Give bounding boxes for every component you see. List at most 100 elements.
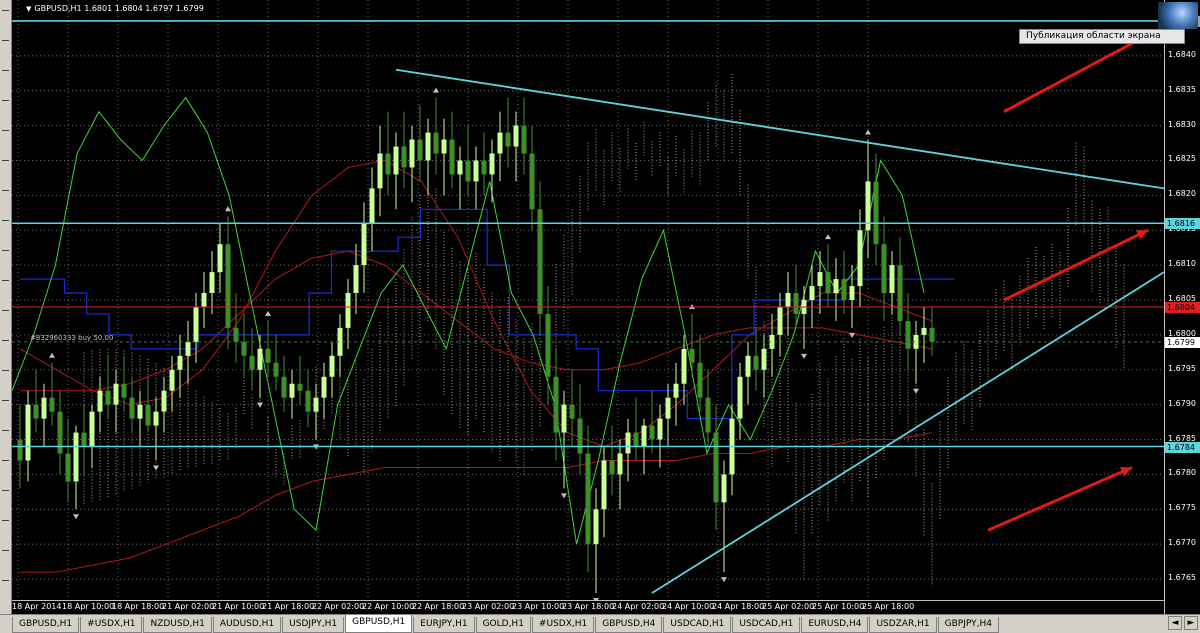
red-arrow-shaft [987, 466, 1133, 532]
chart-tab[interactable]: GOLD,H1 [475, 617, 531, 633]
price-axis-label: 1.6830 [1168, 119, 1196, 129]
price-axis[interactable]: 1.68401.68351.68301.68251.68201.68151.68… [1164, 0, 1200, 614]
candle-body [873, 181, 879, 245]
candle-body [233, 327, 239, 342]
time-axis-label: 23 Apr 18:00 [562, 602, 615, 611]
candle-body [281, 376, 287, 398]
candle-body [313, 397, 319, 412]
candle-body [289, 383, 295, 398]
chart-area[interactable]: ▼ GBPUSD,H1 1.6801 1.6804 1.6797 1.6799 … [12, 0, 1164, 614]
fractal-up-marker [433, 87, 439, 93]
candle-body [481, 160, 487, 175]
price-axis-label: 1.6840 [1168, 49, 1196, 59]
red-arrow-shaft [1003, 228, 1149, 302]
chart-tab[interactable]: #USDX,H1 [531, 617, 595, 633]
time-axis-label: 21 Apr 18:00 [262, 602, 315, 611]
candle-body [577, 418, 583, 454]
candle-body [209, 272, 215, 294]
candle-body [705, 397, 711, 433]
candle-body [681, 348, 687, 384]
chart-tab[interactable]: GBPUSD,H1 [345, 615, 413, 633]
candle-body [921, 327, 927, 335]
candle-body [321, 376, 327, 398]
candle-body [929, 327, 935, 342]
candle-body [841, 279, 847, 300]
candle-body [81, 432, 87, 447]
price-axis-label: 1.6795 [1168, 363, 1196, 373]
candle-body [585, 453, 591, 545]
time-axis-label: 24 Apr 02:00 [612, 602, 665, 611]
candle-body [649, 425, 655, 440]
ruler-tick [2, 130, 9, 131]
candle-body [569, 404, 575, 419]
candle-body [177, 355, 183, 370]
time-axis-label: 25 Apr 02:00 [762, 602, 815, 611]
candle-body [89, 411, 95, 447]
chart-tab[interactable]: EURJPY,H1 [413, 617, 475, 633]
price-axis-label: 1.6780 [1168, 468, 1196, 478]
chart-tab[interactable]: GBPUSD,H4 [595, 617, 663, 633]
kijun-sen-line [20, 208, 955, 420]
candle-body [265, 348, 271, 363]
chart-tab[interactable]: GBPJPY,H4 [937, 617, 999, 633]
order-label: #832960333 buy 50.00 [30, 334, 114, 342]
ruler-tick [2, 250, 9, 251]
candle-body [65, 453, 71, 482]
triangle-down-icon[interactable]: ▼ [26, 5, 31, 13]
ruler-tick [2, 550, 9, 551]
chart-tab[interactable]: USDCAD,H1 [663, 617, 732, 633]
candle-body [417, 139, 423, 161]
time-axis-label: 24 Apr 18:00 [712, 602, 765, 611]
candle-body [545, 313, 551, 377]
chart-tab[interactable]: USDZAR,H1 [869, 617, 937, 633]
candle-body [457, 160, 463, 175]
candle-body [777, 306, 783, 335]
time-axis[interactable]: 18 Apr 2014 18 Apr 10:00 18 Apr 18:00 21 Ap… [12, 600, 1164, 614]
chart-svg [12, 0, 1164, 604]
fractal-down-marker [73, 514, 79, 520]
chart-tab[interactable]: USDCAD,H1 [732, 617, 801, 633]
candle-body [353, 265, 359, 294]
candle-body [425, 132, 431, 161]
tab-scroll-left-icon[interactable]: ◄ [1168, 616, 1182, 630]
fractal-down-marker [153, 465, 159, 471]
candle-body [465, 160, 471, 182]
chart-tab[interactable]: NZDUSD,H1 [143, 617, 212, 633]
symbol-quote: GBPUSD,H1 1.6801 1.6804 1.6797 1.6799 [34, 4, 204, 13]
fractal-down-marker [257, 402, 263, 408]
candle-body [217, 244, 223, 273]
ruler-tick [2, 520, 9, 521]
candle-body [721, 474, 727, 503]
publish-screen-area-button[interactable]: Публикация области экрана [1019, 29, 1185, 44]
candle-body [249, 355, 255, 370]
candle-body [593, 509, 599, 545]
price-axis-label: 1.6770 [1168, 538, 1196, 548]
candle-body [673, 383, 679, 398]
chart-tab[interactable]: USDJPY,H1 [282, 617, 345, 633]
candle-body [161, 390, 167, 412]
tab-scroll-right-icon[interactable]: ► [1184, 616, 1198, 630]
time-axis-label: 25 Apr 18:00 [862, 602, 915, 611]
terminal-window: ▼ GBPUSD,H1 1.6801 1.6804 1.6797 1.6799 … [0, 0, 1200, 633]
chart-tab[interactable]: AUDUSD,H1 [212, 617, 282, 633]
candle-body [409, 139, 415, 168]
candle-body [521, 125, 527, 154]
candle-body [297, 383, 303, 391]
candle-body [497, 132, 503, 154]
fractal-up-marker [825, 234, 831, 240]
candle-body [441, 139, 447, 154]
candle-body [881, 244, 887, 294]
chart-tab[interactable]: EURUSD,H4 [801, 617, 869, 633]
candle-body [817, 272, 823, 287]
candle-body [697, 362, 703, 398]
candle-body [105, 390, 111, 405]
ruler-tick [2, 490, 9, 491]
candle-body [793, 293, 799, 314]
time-axis-label: 21 Apr 10:00 [212, 602, 265, 611]
time-axis-label: 22 Apr 02:00 [312, 602, 365, 611]
candle-body [737, 376, 743, 419]
fractal-down-marker [721, 577, 727, 583]
chart-tab[interactable]: #USDX,H1 [80, 617, 143, 633]
chart-tab[interactable]: GBPUSD,H1 [12, 617, 80, 633]
candle-body [329, 355, 335, 377]
